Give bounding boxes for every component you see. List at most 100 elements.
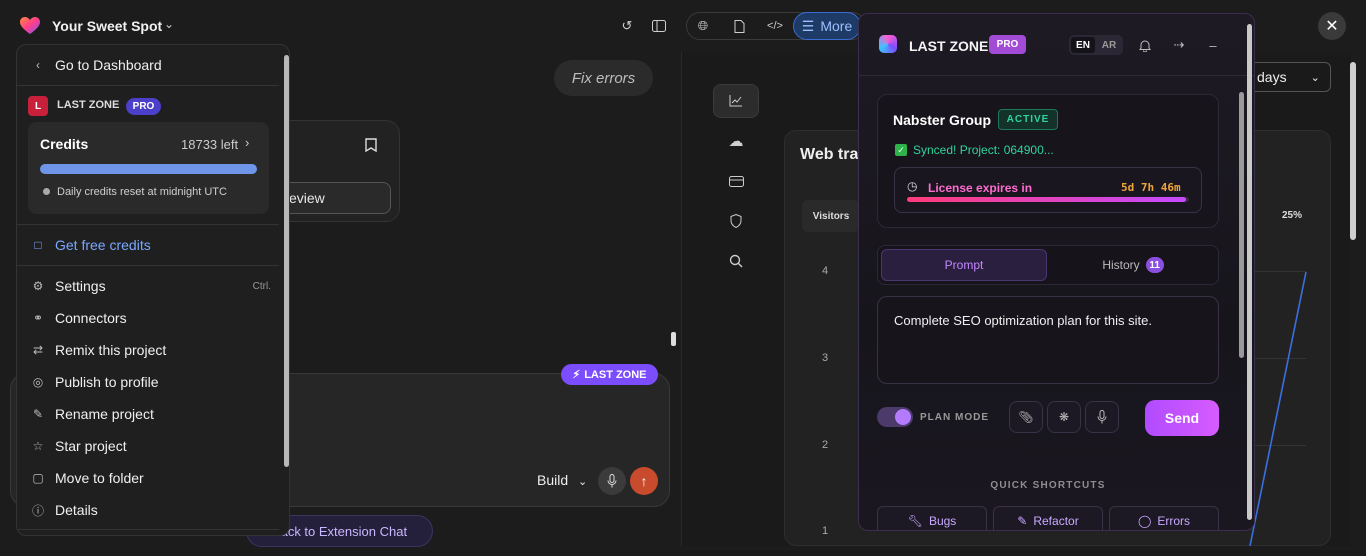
search-icon[interactable]	[713, 244, 759, 278]
quick-shortcuts-label: QUICK SHORTCUTS	[990, 480, 1106, 491]
rename-project-item[interactable]: ✎ Rename project	[17, 398, 279, 430]
tab-history[interactable]: History 11	[1051, 249, 1215, 281]
chat-scrollbar[interactable]	[671, 332, 676, 346]
project-name[interactable]: Your Sweet Spot	[52, 18, 162, 34]
y-tick-label: 1	[822, 525, 829, 537]
divider	[17, 85, 279, 86]
bookmark-icon[interactable]	[365, 138, 377, 155]
sync-status-text: Synced! Project: 064900...	[913, 143, 1054, 157]
plan-mode-label: PLAN MODE	[920, 412, 989, 423]
send-message-button[interactable]: ↑	[630, 467, 658, 495]
license-label: License expires in	[928, 181, 1033, 195]
paperclip-icon: 📎︎	[1018, 410, 1034, 424]
ai-model-button[interactable]: ❋	[1047, 401, 1081, 433]
settings-shortcut: Ctrl.	[252, 280, 271, 292]
shortcut-bugs-label: Bugs	[928, 514, 957, 528]
details-item[interactable]: ⓘ Details	[17, 494, 279, 526]
close-icon[interactable]: ✕	[1318, 12, 1346, 40]
remix-icon: ⇄	[32, 343, 44, 357]
build-mode-select[interactable]: Build ⌄	[537, 472, 587, 488]
status-dot-icon	[43, 188, 50, 195]
chevron-down-icon: ⌄	[578, 476, 588, 488]
last-zone-badge[interactable]: ⚡︎ LAST ZONE	[561, 364, 658, 385]
details-label: Details	[55, 502, 98, 518]
go-to-dashboard-item[interactable]: ‹ Go to Dashboard	[17, 49, 279, 81]
connectors-item[interactable]: ⚭ Connectors	[17, 302, 279, 334]
extension-scrollbar[interactable]	[1239, 92, 1244, 358]
preview-scrollbar[interactable]	[1350, 62, 1356, 240]
extension-scroll-track[interactable]	[1247, 24, 1252, 520]
language-toggle[interactable]: EN AR	[1069, 35, 1123, 55]
credits-label: Credits	[40, 136, 89, 152]
shortcut-refactor-button[interactable]: ✎ Refactor	[993, 506, 1103, 530]
lang-en-option[interactable]: EN	[1071, 37, 1095, 53]
rename-project-label: Rename project	[55, 406, 154, 422]
file-icon[interactable]	[728, 15, 750, 37]
star-project-item[interactable]: ☆ Star project	[17, 430, 279, 462]
star-project-label: Star project	[55, 438, 127, 454]
star-icon: ☆	[32, 439, 44, 453]
cloud-icon[interactable]: ☁︎	[713, 124, 759, 158]
connectors-label: Connectors	[55, 310, 127, 326]
lang-ar-option[interactable]: AR	[1097, 37, 1121, 53]
preview-rail: ☁︎	[713, 84, 759, 284]
shortcut-errors-button[interactable]: ◯ Errors	[1109, 506, 1219, 530]
arrow-up-icon: ↑	[640, 473, 648, 489]
more-button[interactable]: ☰ More	[793, 12, 861, 40]
chevron-down-icon[interactable]: ⌄	[164, 17, 174, 31]
license-progress-fill	[907, 197, 1186, 202]
tab-prompt[interactable]: Prompt	[881, 249, 1047, 281]
days-label: days	[1257, 69, 1287, 85]
openai-icon: ❋	[1058, 410, 1070, 424]
voice-button[interactable]	[1085, 401, 1119, 433]
shortcut-bugs-button[interactable]: 🔧︎ Bugs	[877, 506, 987, 530]
shield-icon[interactable]	[713, 204, 759, 238]
card-icon[interactable]	[713, 164, 759, 198]
sidebar-toggle-icon[interactable]	[648, 15, 670, 37]
toggle-knob	[895, 409, 911, 425]
microphone-icon	[1097, 410, 1107, 424]
divider	[17, 224, 279, 225]
preview-button[interactable]: eview	[276, 182, 391, 214]
app-logo-icon[interactable]	[20, 17, 40, 35]
bolt-icon: ⚡︎	[572, 369, 581, 381]
workspace-name: LAST ZONE	[57, 99, 120, 111]
shield-icon: ◯	[1137, 514, 1152, 528]
wrench-icon: 🔧︎	[907, 514, 923, 528]
minimize-icon[interactable]: –	[1204, 36, 1222, 54]
globe-icon[interactable]: 🌐︎	[692, 15, 714, 37]
remix-project-item[interactable]: ⇄ Remix this project	[17, 334, 279, 366]
y-tick-label: 3	[822, 352, 829, 364]
send-button[interactable]: Send	[1145, 400, 1219, 436]
credits-reset-text: Daily credits reset at midnight UTC	[57, 186, 227, 198]
logout-icon[interactable]: ⇢	[1170, 36, 1188, 54]
menu-scrollbar[interactable]	[284, 55, 289, 467]
analytics-icon[interactable]	[713, 84, 759, 118]
bell-icon[interactable]	[1136, 36, 1154, 54]
history-icon[interactable]: ↺	[616, 15, 638, 37]
visitors-tab[interactable]: Visitors	[802, 200, 860, 232]
settings-label: Settings	[55, 278, 106, 294]
settings-item[interactable]: ⚙︎ Settings Ctrl.	[17, 270, 279, 302]
last-zone-badge-label: LAST ZONE	[584, 368, 647, 381]
code-icon[interactable]: </>	[764, 15, 786, 37]
attach-button[interactable]: 📎︎	[1009, 401, 1043, 433]
last-zone-extension-panel: LAST ZONE PRO EN AR ⇢ – Nabster Group AC…	[858, 13, 1255, 531]
chevron-left-icon: ‹	[36, 58, 40, 72]
plan-badge: PRO	[126, 98, 161, 115]
publish-to-profile-item[interactable]: ◎ Publish to profile	[17, 366, 279, 398]
fix-errors-button[interactable]: Fix errors	[554, 60, 653, 96]
move-to-folder-item[interactable]: ▢ Move to folder	[17, 462, 279, 494]
info-icon: ⓘ	[31, 503, 44, 518]
mic-button[interactable]	[598, 467, 626, 495]
clock-icon: ◷︎	[907, 179, 918, 193]
prompt-textarea[interactable]: Complete SEO optimization plan for this …	[877, 296, 1219, 384]
percent-value: 25%	[1282, 210, 1303, 221]
edit-icon: ✎	[1017, 514, 1028, 528]
get-free-credits-item[interactable]: □ Get free credits	[17, 229, 279, 261]
y-tick-label: 4	[822, 265, 829, 277]
tab-history-label: History	[1102, 258, 1140, 272]
publish-icon: ◎	[32, 375, 44, 389]
traffic-line	[1249, 271, 1307, 546]
extension-plan-badge: PRO	[989, 35, 1026, 54]
